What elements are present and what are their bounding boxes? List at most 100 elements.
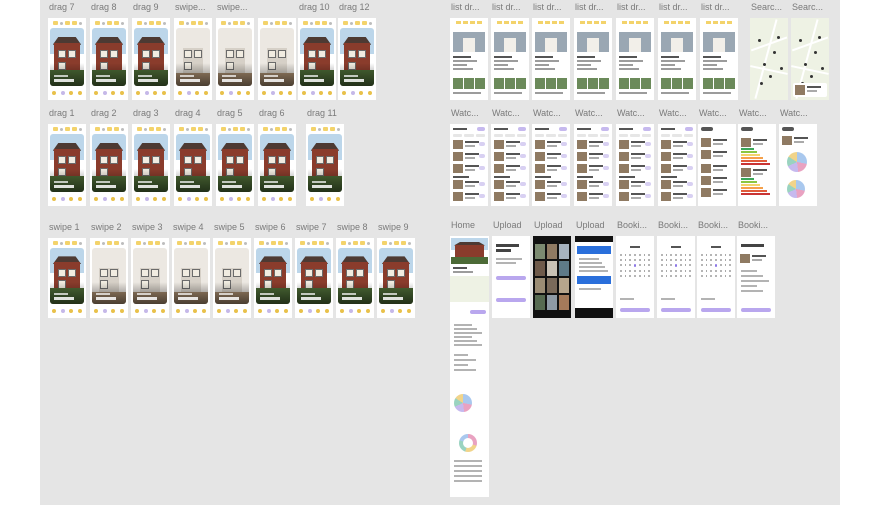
frame-watchlist-3[interactable]: Watc... (532, 108, 570, 206)
frame-label[interactable]: list dr... (533, 2, 562, 12)
frame-label[interactable]: Searc... (751, 2, 782, 12)
frame-booking-2[interactable]: Booki... (657, 220, 695, 318)
frame-label[interactable]: list dr... (701, 2, 730, 12)
frame-label[interactable]: swipe 7 (296, 222, 327, 232)
frame-label[interactable]: Booki... (698, 220, 728, 230)
frame-drag-8[interactable]: drag 8 (90, 2, 128, 100)
frame-upload-1[interactable]: Upload (492, 220, 530, 318)
frame-label[interactable]: drag 7 (49, 2, 75, 12)
frame-swipe-6[interactable]: swipe 6 (254, 222, 292, 318)
frame-label[interactable]: swipe 3 (132, 222, 163, 232)
frame-search-1[interactable]: Searc... (750, 2, 788, 100)
frame-swipe-8[interactable]: swipe 8 (336, 222, 374, 318)
frame-label[interactable]: swipe 4 (173, 222, 204, 232)
frame-label[interactable]: Booki... (658, 220, 688, 230)
frame-watchlist-6[interactable]: Watc... (658, 108, 696, 206)
frame-label[interactable]: swipe... (175, 2, 206, 12)
frame-label[interactable]: Watc... (699, 108, 727, 118)
frame-label[interactable]: swipe 6 (255, 222, 286, 232)
frame-label[interactable]: list dr... (659, 2, 688, 12)
frame-label[interactable]: Watc... (451, 108, 479, 118)
frame-watchlist-2[interactable]: Watc... (491, 108, 529, 206)
frame-label[interactable]: Home (451, 220, 475, 230)
frame-booking-3[interactable]: Booki... (697, 220, 735, 318)
frame-list-drag-1[interactable]: list dr... (450, 2, 488, 100)
frame-list-drag-2[interactable]: list dr... (491, 2, 529, 100)
frame-label[interactable]: drag 10 (299, 2, 330, 12)
frame-label[interactable]: list dr... (617, 2, 646, 12)
frame-list-drag-4[interactable]: list dr... (574, 2, 612, 100)
frame-drag-10[interactable]: drag 10 (298, 2, 336, 100)
frame-booking-4[interactable]: Booki... (737, 220, 775, 318)
frame-label[interactable]: Watc... (533, 108, 561, 118)
frame-label[interactable]: list dr... (492, 2, 521, 12)
frame-watchlist-7[interactable]: Watc... (698, 108, 736, 206)
frame-label[interactable]: Watc... (575, 108, 603, 118)
frame-drag-7[interactable]: drag 7 (48, 2, 86, 100)
frame-label[interactable]: drag 12 (339, 2, 370, 12)
frame-label[interactable]: drag 8 (91, 2, 117, 12)
frame-drag-2[interactable]: drag 2 (90, 108, 128, 206)
frame-drag-4[interactable]: drag 4 (174, 108, 212, 206)
frame-label[interactable]: Watc... (780, 108, 808, 118)
frame-label[interactable]: swipe 5 (214, 222, 245, 232)
frame-drag-12[interactable]: drag 12 (338, 2, 376, 100)
frame-label[interactable]: drag 6 (259, 108, 285, 118)
frame-swipe-3[interactable]: swipe 3 (131, 222, 169, 318)
frame-label[interactable]: Upload (534, 220, 563, 230)
frame-label[interactable]: Watc... (492, 108, 520, 118)
frame-search-2[interactable]: Searc... (791, 2, 829, 100)
frame-swipe-2[interactable]: swipe 2 (90, 222, 128, 318)
frame-label[interactable]: drag 11 (307, 108, 337, 118)
frame-label[interactable]: Watc... (739, 108, 767, 118)
frame-label[interactable]: Watc... (617, 108, 645, 118)
frame-watchlist-8[interactable]: Watc... (738, 108, 776, 206)
frame-label[interactable]: drag 9 (133, 2, 159, 12)
frame-watchlist-5[interactable]: Watc... (616, 108, 654, 206)
frame-list-drag-3[interactable]: list dr... (532, 2, 570, 100)
frame-label[interactable]: swipe 2 (91, 222, 122, 232)
frame-upload-2[interactable]: Upload (533, 220, 571, 318)
frame-label[interactable]: Booki... (738, 220, 768, 230)
frame-label[interactable]: swipe 9 (378, 222, 409, 232)
frame-swipe-1[interactable]: swipe 1 (48, 222, 86, 318)
frame-swipe-b[interactable]: swipe... (216, 2, 254, 100)
frame-swipe-c[interactable] (258, 18, 296, 100)
frame-label[interactable]: swipe 1 (49, 222, 80, 232)
frame-label[interactable]: swipe... (217, 2, 248, 12)
frame-drag-6[interactable]: drag 6 (258, 108, 296, 206)
frame-label[interactable]: drag 2 (91, 108, 117, 118)
frame-label[interactable]: Booki... (617, 220, 647, 230)
frame-drag-3[interactable]: drag 3 (132, 108, 170, 206)
frame-swipe-9[interactable]: swipe 9 (377, 222, 415, 318)
frame-swipe-a[interactable]: swipe... (174, 2, 212, 100)
frame-label[interactable]: drag 1 (49, 108, 75, 118)
frame-list-drag-5[interactable]: list dr... (616, 2, 654, 100)
frame-drag-11[interactable]: drag 11 (306, 108, 344, 206)
frame-list-drag-7[interactable]: list dr... (700, 2, 738, 100)
frame-booking-1[interactable]: Booki... (616, 220, 654, 318)
frame-drag-5[interactable]: drag 5 (216, 108, 254, 206)
frame-drag-1[interactable]: drag 1 (48, 108, 86, 206)
frame-swipe-4[interactable]: swipe 4 (172, 222, 210, 318)
frame-label[interactable]: Watc... (659, 108, 687, 118)
frame-label[interactable]: list dr... (451, 2, 480, 12)
frame-list-drag-6[interactable]: list dr... (658, 2, 696, 100)
frame-label[interactable]: drag 4 (175, 108, 201, 118)
frame-swipe-5[interactable]: swipe 5 (213, 222, 251, 318)
frame-upload-3[interactable]: Upload (575, 220, 613, 318)
frame-label[interactable]: Searc... (792, 2, 823, 12)
frame-swipe-7[interactable]: swipe 7 (295, 222, 333, 318)
frame-watchlist-9[interactable]: Watc... (779, 108, 817, 206)
frame-label[interactable]: drag 5 (217, 108, 243, 118)
frame-label[interactable]: swipe 8 (337, 222, 368, 232)
design-canvas[interactable]: drag 7 drag 8 drag 9 swipe... swipe... d… (40, 0, 840, 505)
frame-label[interactable]: drag 3 (133, 108, 159, 118)
frame-home[interactable]: Home (450, 220, 489, 497)
frame-watchlist-1[interactable]: Watc... (450, 108, 488, 206)
frame-label[interactable]: Upload (576, 220, 605, 230)
frame-drag-9[interactable]: drag 9 (132, 2, 170, 100)
frame-label[interactable]: Upload (493, 220, 522, 230)
frame-watchlist-4[interactable]: Watc... (574, 108, 612, 206)
frame-label[interactable]: list dr... (575, 2, 604, 12)
